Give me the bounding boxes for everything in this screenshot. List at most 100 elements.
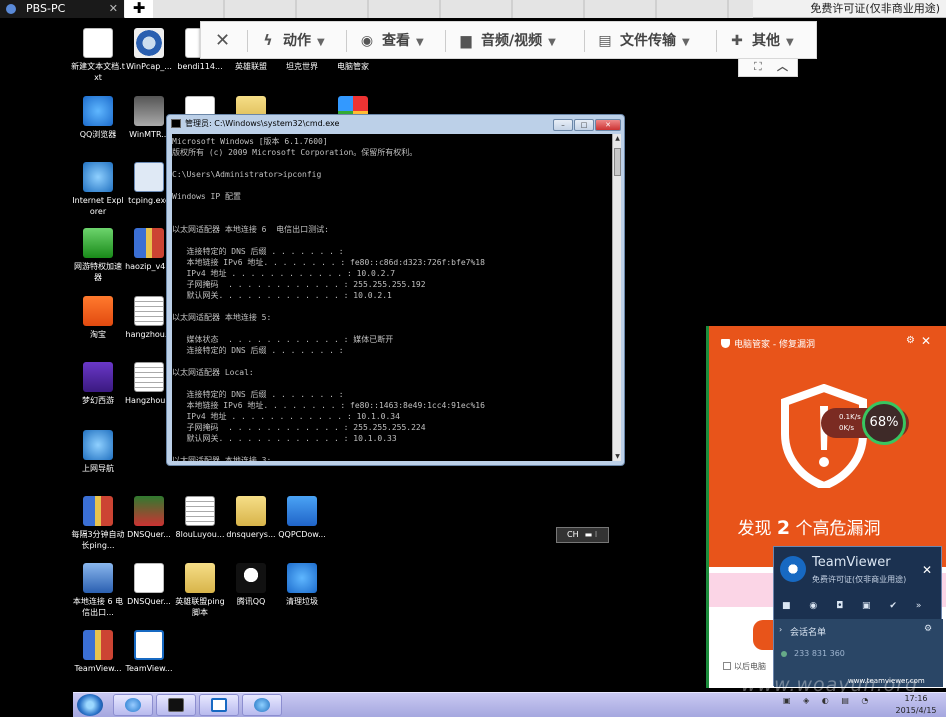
desktop-icon-label: 清理垃圾 <box>286 597 318 606</box>
minimize-button[interactable]: – <box>553 119 573 131</box>
language-bar[interactable]: CH ▬ ⁝ <box>556 527 609 543</box>
desktop-icon[interactable]: 上网导航 <box>71 430 125 474</box>
session-tab[interactable]: PBS-PC ✕ <box>0 0 124 18</box>
desktop-icon-label: WinPcap_... <box>126 62 172 71</box>
toolbar-divider <box>716 30 717 52</box>
remote-desktop: PBS-PC ✕ ✚ 免费许可证(仅非商业用途) 新建文本文档.txt WinP… <box>0 0 946 717</box>
memory-usage-ring[interactable]: 68% <box>862 401 906 445</box>
audio-video-menu[interactable]: ▆ 音频/视频 ▼ <box>457 22 556 60</box>
desktop-icon[interactable]: QQPCDow... <box>275 496 329 540</box>
desktop-icon-label: 淘宝 <box>90 330 106 339</box>
other-menu[interactable]: ✚ 其他 ▼ <box>728 22 794 60</box>
desktop-icon-label: 上网导航 <box>82 464 114 473</box>
close-icon[interactable]: ✕ <box>921 334 931 348</box>
gear-icon[interactable]: ⚙ <box>906 335 915 346</box>
desktop-icon[interactable]: 腾讯QQ <box>224 563 278 607</box>
fix-button-edge[interactable] <box>753 620 773 650</box>
desktop-icon[interactable]: QQ浏览器 <box>71 96 125 140</box>
desktop-icon[interactable]: 淘宝 <box>71 296 125 340</box>
desktop-icon[interactable]: TeamView... <box>122 630 176 674</box>
maximize-button[interactable]: □ <box>574 119 594 131</box>
desktop-icon-label: 网游特权加速器 <box>74 262 122 282</box>
desktop-icon[interactable]: dnsquerys... <box>224 496 278 540</box>
text-file-icon <box>185 496 215 526</box>
lightning-icon: ϟ <box>263 33 273 49</box>
close-icon[interactable]: ✕ <box>922 563 932 577</box>
ie-icon <box>83 162 113 192</box>
desktop-icon[interactable]: DNSQuer... <box>122 496 176 540</box>
desktop-icon[interactable]: 本地连接 6 电信出口... <box>71 563 125 618</box>
vertical-scrollbar[interactable]: ▲ ▼ <box>612 134 621 461</box>
scrollbar-thumb[interactable] <box>614 148 621 176</box>
actions-menu[interactable]: ϟ 动作 ▼ <box>259 22 324 60</box>
desktop-icon[interactable]: 每隔3分钟自动长ping... <box>71 496 125 551</box>
teamviewer-toolbar: ✕ ϟ 动作 ▼ ◉ 查看 ▼ ▆ 音频/视频 ▼ ▤ 文件传输 ▼ ✚ 其他 ▼ <box>200 21 817 59</box>
ie-icon <box>254 698 270 712</box>
cmd-title: 管理员: C:\Windows\system32\cmd.exe <box>185 119 340 128</box>
desktop-icon[interactable]: 8louLuyou... <box>173 496 227 540</box>
desktop-icon[interactable]: 新建文本文档.txt <box>71 28 125 83</box>
toolbar-sub-controls: ⛶ ︿ <box>738 59 798 77</box>
session-list-header: 会话名单 <box>790 628 827 638</box>
desktop-icon[interactable]: 网游特权加速器 <box>71 228 125 283</box>
qq-browser-icon <box>83 96 113 126</box>
desktop-icon[interactable]: 英雄联盟ping脚本 <box>173 563 227 618</box>
desktop-icon[interactable]: WinPcap_... <box>122 28 176 72</box>
close-session-button[interactable]: ✕ <box>215 22 230 60</box>
cmd-title-bar[interactable]: 管理员: C:\Windows\system32\cmd.exe – □ ✕ <box>167 115 624 133</box>
chevron-down-icon: ▼ <box>786 37 794 48</box>
desktop-icon-label: 坦克世界 <box>286 62 318 71</box>
desktop-icon[interactable]: TeamView... <box>71 630 125 674</box>
system-tray[interactable]: ▣ ◈ ◐ ▤ ◔ <box>783 696 873 705</box>
taskbar-button-cmd[interactable] <box>156 694 196 716</box>
scroll-up-icon[interactable]: ▲ <box>613 135 622 142</box>
keyboard-icon: ▬ ⁝ <box>584 530 598 539</box>
taskbar-button-browser[interactable] <box>113 694 153 716</box>
pc-manager-title: 电脑管家 - 修复漏洞 <box>721 337 815 350</box>
chevron-right-icon[interactable]: › <box>779 625 782 634</box>
taskbar-button-ie[interactable] <box>242 694 282 716</box>
start-button[interactable] <box>77 694 103 716</box>
desktop-icon-label: 本地连接 6 电信出口... <box>72 597 124 617</box>
scroll-down-icon[interactable]: ▼ <box>613 453 622 460</box>
license-notice: 免费许可证(仅非商业用途) <box>810 2 940 15</box>
desktop-icon-label: bendi114... <box>177 62 223 71</box>
desktop-icon-label: 8louLuyou... <box>175 530 225 539</box>
close-button[interactable]: ✕ <box>595 119 621 131</box>
session-list-item[interactable]: 233 831 360 <box>794 649 845 658</box>
fullscreen-icon[interactable]: ⛶ <box>754 59 762 75</box>
ie-nav-icon <box>83 430 113 460</box>
desktop-icon[interactable]: DNSQuer... <box>122 563 176 607</box>
file-transfer-label: 文件传输 <box>620 33 676 49</box>
game-icon <box>83 362 113 392</box>
headline-prefix: 发现 <box>737 519 777 539</box>
desktop-icon[interactable]: Internet Explorer <box>71 162 125 217</box>
audio-video-label: 音频/视频 <box>481 33 543 49</box>
teamviewer-panel: TeamViewer 免费许可证(仅非商业用途) ✕ ■ ◉ ◘ ▣ ✔ » ›… <box>773 546 943 687</box>
view-menu[interactable]: ◉ 查看 ▼ <box>358 22 424 60</box>
toolbar-divider <box>247 30 248 52</box>
qq-pc-shield-icon <box>287 496 317 526</box>
document-icon <box>134 563 164 593</box>
teamviewer-action-icons[interactable]: ■ ◉ ◘ ▣ ✔ » <box>782 601 929 611</box>
file-transfer-menu[interactable]: ▤ 文件传输 ▼ <box>596 22 689 60</box>
close-tab-icon[interactable]: ✕ <box>109 0 118 18</box>
cmd-console[interactable]: Microsoft Windows [版本 6.1.7600] 版权所有 (c)… <box>172 134 612 461</box>
desktop-icon-label: 梦幻西游 <box>82 396 114 405</box>
clock[interactable]: 17:16 2015/4/15 <box>888 693 944 717</box>
desktop-icon[interactable]: 梦幻西游 <box>71 362 125 406</box>
tcping-icon <box>134 162 164 192</box>
taskbar-button-teamviewer[interactable] <box>199 694 239 716</box>
shield-icon <box>721 339 730 348</box>
new-tab-button[interactable]: ✚ <box>125 0 153 18</box>
gear-icon[interactable]: ⚙ <box>924 624 932 634</box>
remind-later-label: 以后电脑 <box>734 662 766 671</box>
desktop-icon-label: 每隔3分钟自动长ping... <box>71 530 125 550</box>
winpcap-icon <box>134 28 164 58</box>
clock-time: 17:16 <box>904 694 928 703</box>
status-dot-icon <box>781 651 787 657</box>
vulnerability-headline: 发现 2 个高危漏洞 <box>709 514 909 539</box>
remind-later-checkbox[interactable]: 以后电脑 <box>723 661 766 672</box>
collapse-toolbar-icon[interactable]: ︿ <box>777 59 788 75</box>
desktop-icon[interactable]: 清理垃圾 <box>275 563 329 607</box>
